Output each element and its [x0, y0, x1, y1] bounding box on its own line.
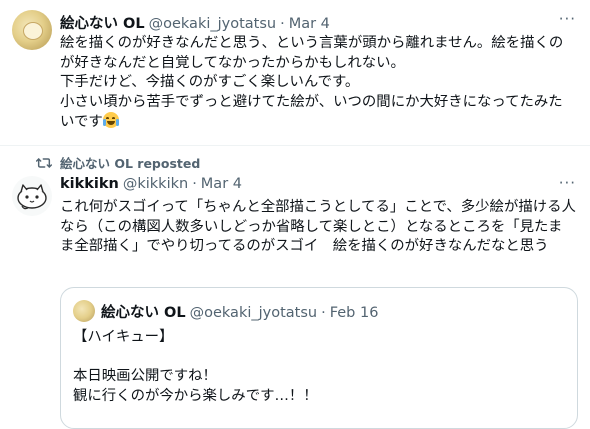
tweet-2[interactable]: 絵心ない OL reposted kikkikn @kikkikn · Mar …: [0, 146, 590, 429]
quote-header: 絵心ない OL @oekaki_jyotatsu · Feb 16: [101, 301, 378, 322]
tweet-text-content: 絵を描くのが好きなんだと思う、という言葉が頭から離れません。絵を描くのが好きなん…: [60, 35, 564, 130]
quoted-tweet[interactable]: 絵心ない OL @oekaki_jyotatsu · Feb 16 【ハイキュー…: [60, 287, 578, 429]
user-handle[interactable]: @oekaki_jyotatsu: [149, 16, 276, 32]
tweet-1[interactable]: 絵心ない OL @oekaki_jyotatsu · Mar 4 ··· 絵を描…: [0, 0, 590, 145]
avatar: [73, 300, 95, 322]
quote-text: 【ハイキュー】 本日映画公開ですね！ 観に行くのが今から楽しみです…！！: [73, 329, 318, 404]
display-name[interactable]: kikkikn: [60, 176, 119, 192]
repost-icon: [36, 157, 52, 168]
user-handle: @oekaki_jyotatsu: [189, 305, 318, 321]
more-horizontal-icon[interactable]: ···: [559, 10, 576, 28]
tweet-header: kikkikn @kikkikn · Mar 4: [60, 176, 242, 192]
tweet-text: これ何がスゴイって「ちゃんと全部描こうとしてる」ことで、多少絵が描ける人なら（こ…: [60, 199, 576, 254]
separator-dot: ·: [321, 305, 326, 321]
tweet-date[interactable]: Mar 4: [289, 16, 330, 32]
avatar[interactable]: [12, 10, 52, 50]
tweet-date: Feb 16: [329, 305, 379, 321]
separator-dot: ·: [280, 16, 285, 32]
tweet-header: 絵心ない OL @oekaki_jyotatsu · Mar 4: [60, 12, 330, 33]
repost-context[interactable]: 絵心ない OL reposted: [36, 153, 200, 172]
avatar[interactable]: [12, 176, 52, 216]
cat-avatar-icon: [17, 184, 47, 210]
tweet-date[interactable]: Mar 4: [201, 176, 242, 192]
display-name: 絵心ない OL: [101, 305, 186, 321]
avatar-face: [23, 22, 43, 40]
display-name[interactable]: 絵心ない OL: [60, 12, 145, 33]
repost-label: 絵心ない OL reposted: [60, 156, 201, 171]
laughing-with-tears-emoji: [102, 112, 119, 128]
user-handle[interactable]: @kikkikn: [123, 176, 188, 192]
more-horizontal-icon[interactable]: ···: [559, 174, 576, 192]
separator-dot: ·: [192, 176, 197, 192]
tweet-text: 絵を描くのが好きなんだと思う、という言葉が頭から離れません。絵を描くのが好きなん…: [60, 34, 576, 133]
